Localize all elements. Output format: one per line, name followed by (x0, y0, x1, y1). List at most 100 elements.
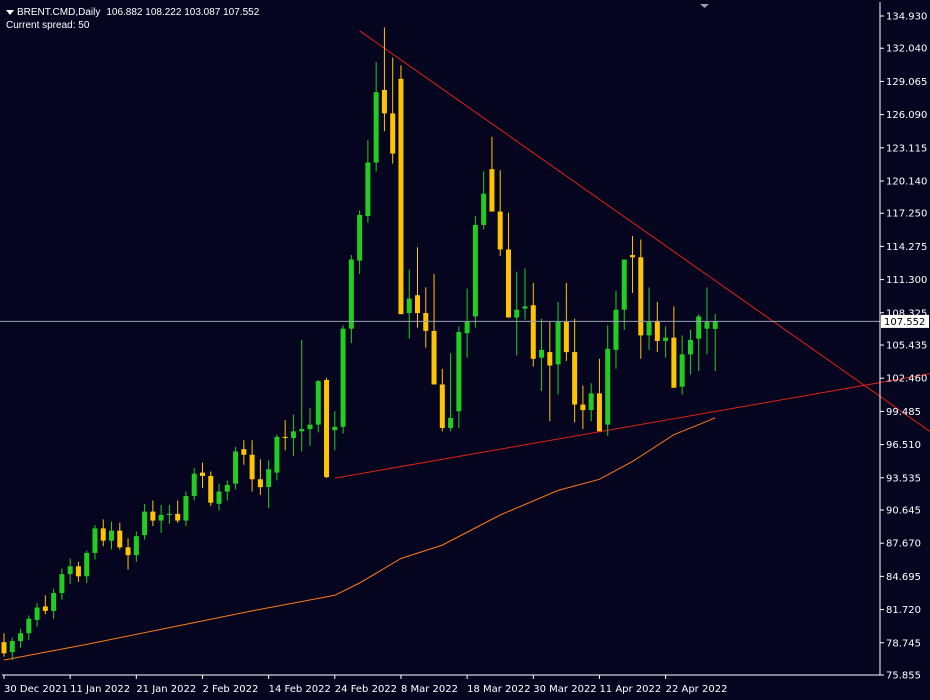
y-tick-label: 117.250 (886, 209, 927, 220)
x-tick-label: 8 Mar 2022 (401, 684, 458, 695)
bull-candle (448, 417, 454, 428)
bull-candle (133, 536, 139, 556)
x-tick-label: 30 Dec 2021 (4, 684, 68, 695)
bull-candle (51, 593, 57, 611)
chart-info-panel: BRENT.CMD,Daily 106.882 108.222 103.087 1… (6, 6, 259, 32)
bear-candle (415, 295, 420, 314)
bull-candle (233, 451, 239, 484)
bull-candle (481, 193, 487, 225)
bull-candle (646, 321, 652, 336)
bull-candle (266, 469, 272, 488)
bull-candle (224, 484, 230, 492)
bull-candle (679, 354, 685, 387)
bull-candle (696, 316, 702, 339)
bull-candle (522, 306, 528, 309)
bull-candle (9, 641, 15, 653)
bear-candle (572, 352, 578, 405)
price-chart[interactable]: 134.930 132.040 129.065 126.090 123.115 120.1… (0, 0, 930, 700)
bear-candle (505, 249, 511, 318)
bull-candle (274, 436, 280, 473)
bull-candle (712, 321, 718, 329)
bull-candle (332, 426, 338, 431)
bear-candle (241, 449, 247, 455)
bear-candle (439, 384, 445, 428)
x-tick-label: 14 Feb 2022 (269, 684, 331, 695)
bear-candle (381, 89, 387, 114)
y-tick-label: 84.695 (886, 572, 921, 583)
bear-candle (75, 566, 81, 577)
bull-candle (539, 349, 545, 358)
bull-candle (84, 552, 90, 577)
bull-candle (191, 473, 197, 497)
bear-candle (199, 472, 205, 476)
bull-candle (18, 633, 24, 642)
bull-candle (59, 574, 65, 594)
bull-candle (555, 321, 561, 365)
bull-candle (663, 337, 669, 341)
y-tick-label: 90.645 (886, 506, 921, 517)
bear-candle (671, 337, 677, 388)
bear-candle (324, 379, 330, 478)
bull-candle (373, 92, 379, 163)
x-tick-label: 2 Feb 2022 (202, 684, 258, 695)
bull-candle (621, 259, 627, 310)
y-tick-label: 114.275 (886, 242, 927, 253)
bull-candle (357, 214, 363, 261)
y-tick-label: 75.855 (886, 671, 921, 682)
x-tick-label: 18 Mar 2022 (467, 684, 530, 695)
dropdown-triangle-icon[interactable] (6, 9, 14, 15)
y-tick-label: 105.435 (886, 341, 927, 352)
bull-candle (183, 496, 189, 521)
bear-candle (580, 404, 586, 411)
x-tick-label: 30 Mar 2022 (533, 684, 596, 695)
bull-candle (307, 424, 313, 430)
bear-candle (423, 313, 429, 331)
current-price-label: 107.552 (884, 317, 925, 328)
bear-candle (530, 305, 536, 359)
bull-candle (315, 381, 321, 425)
bull-candle (348, 259, 354, 329)
bear-candle (257, 479, 263, 488)
bear-candle (42, 606, 48, 611)
bull-candle (142, 511, 148, 536)
bull-candle (67, 566, 73, 575)
x-tick-label: 11 Apr 2022 (599, 684, 661, 695)
y-tick-label: 111.300 (886, 275, 927, 286)
bull-candle (514, 309, 520, 318)
bear-candle (630, 255, 636, 258)
spread-label: Current spread: 50 (6, 20, 90, 31)
bull-candle (365, 162, 371, 217)
y-tick-label: 134.930 (886, 12, 927, 23)
x-tick-label: 11 Jan 2022 (70, 684, 130, 695)
y-tick-label: 87.670 (886, 539, 921, 550)
bear-candle (175, 513, 181, 521)
y-tick-label: 99.485 (886, 407, 921, 418)
ohlc-values: 106.882 108.222 103.087 107.552 (106, 7, 260, 18)
bear-candle (249, 454, 255, 480)
bear-candle (654, 320, 660, 341)
bear-candle (596, 393, 602, 432)
bear-candle (150, 511, 156, 521)
bull-candle (704, 321, 710, 329)
y-tick-label: 96.510 (886, 440, 921, 451)
y-tick-label: 78.745 (886, 638, 921, 649)
bull-candle (166, 513, 172, 515)
bull-candle (290, 431, 296, 439)
bull-candle (340, 328, 346, 427)
y-tick-label: 129.065 (886, 77, 927, 88)
bear-candle (489, 169, 495, 212)
bull-candle (34, 607, 40, 620)
bear-candle (431, 330, 437, 385)
x-tick-label: 21 Jan 2022 (136, 684, 196, 695)
bull-candle (92, 528, 98, 553)
bull-candle (472, 224, 478, 317)
bull-candle (456, 332, 462, 412)
bear-candle (1, 642, 7, 654)
bear-candle (125, 547, 131, 556)
y-tick-label: 126.090 (886, 110, 927, 121)
symbol-row: BRENT.CMD,Daily 106.882 108.222 103.087 1… (6, 6, 259, 19)
bull-candle (406, 298, 412, 314)
bull-candle (588, 393, 594, 411)
bull-candle (158, 514, 164, 521)
y-tick-label: 102.460 (886, 374, 927, 385)
